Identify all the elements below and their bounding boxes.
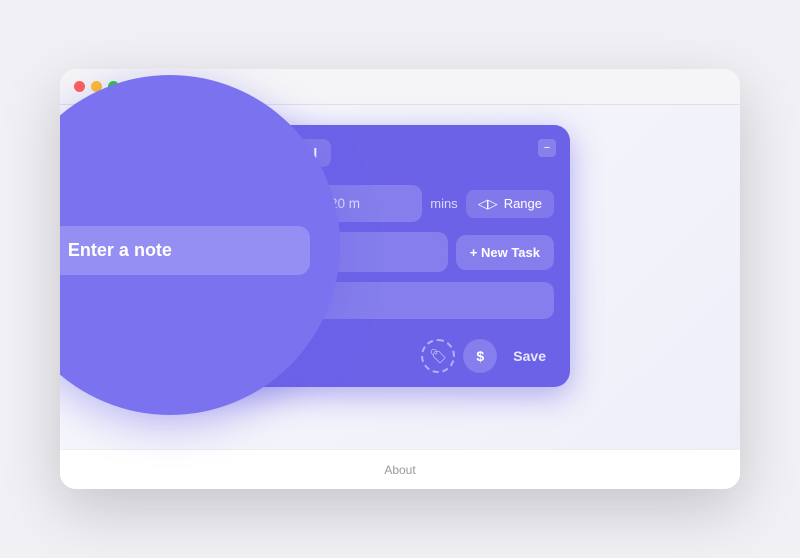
tag-button[interactable]: 🏷: [421, 339, 455, 373]
minimize-icon: −: [544, 142, 550, 154]
circle-content: ≡ Enter a note: [60, 75, 340, 415]
bottom-nav: About: [60, 449, 740, 489]
footer-actions: 🏷 $ Save: [421, 339, 554, 373]
circle-note-text: Enter a note: [68, 240, 172, 261]
minimize-button[interactable]: −: [538, 139, 556, 157]
nav-about[interactable]: About: [384, 463, 415, 477]
mins-label: mins: [430, 196, 457, 211]
range-label: Range: [504, 196, 542, 211]
browser-body: ⊙ Timer ✎ Manual − ⏱ Enter time e.g. 3 h…: [60, 105, 740, 489]
new-task-label: + New Task: [470, 245, 540, 260]
range-icon: ◁▷: [478, 196, 498, 212]
magnification-circle: ≡ Enter a note: [60, 75, 340, 415]
tag-icon: 🏷: [429, 348, 447, 365]
new-task-button[interactable]: + New Task: [456, 235, 554, 270]
circle-note-field[interactable]: ≡ Enter a note: [60, 226, 310, 275]
save-label: Save: [513, 348, 546, 364]
save-button[interactable]: Save: [505, 344, 554, 368]
browser-window: ⊙ Timer ✎ Manual − ⏱ Enter time e.g. 3 h…: [60, 69, 740, 489]
range-badge[interactable]: ◁▷ Range: [466, 190, 554, 218]
dollar-icon: $: [476, 348, 484, 364]
billing-button[interactable]: $: [463, 339, 497, 373]
